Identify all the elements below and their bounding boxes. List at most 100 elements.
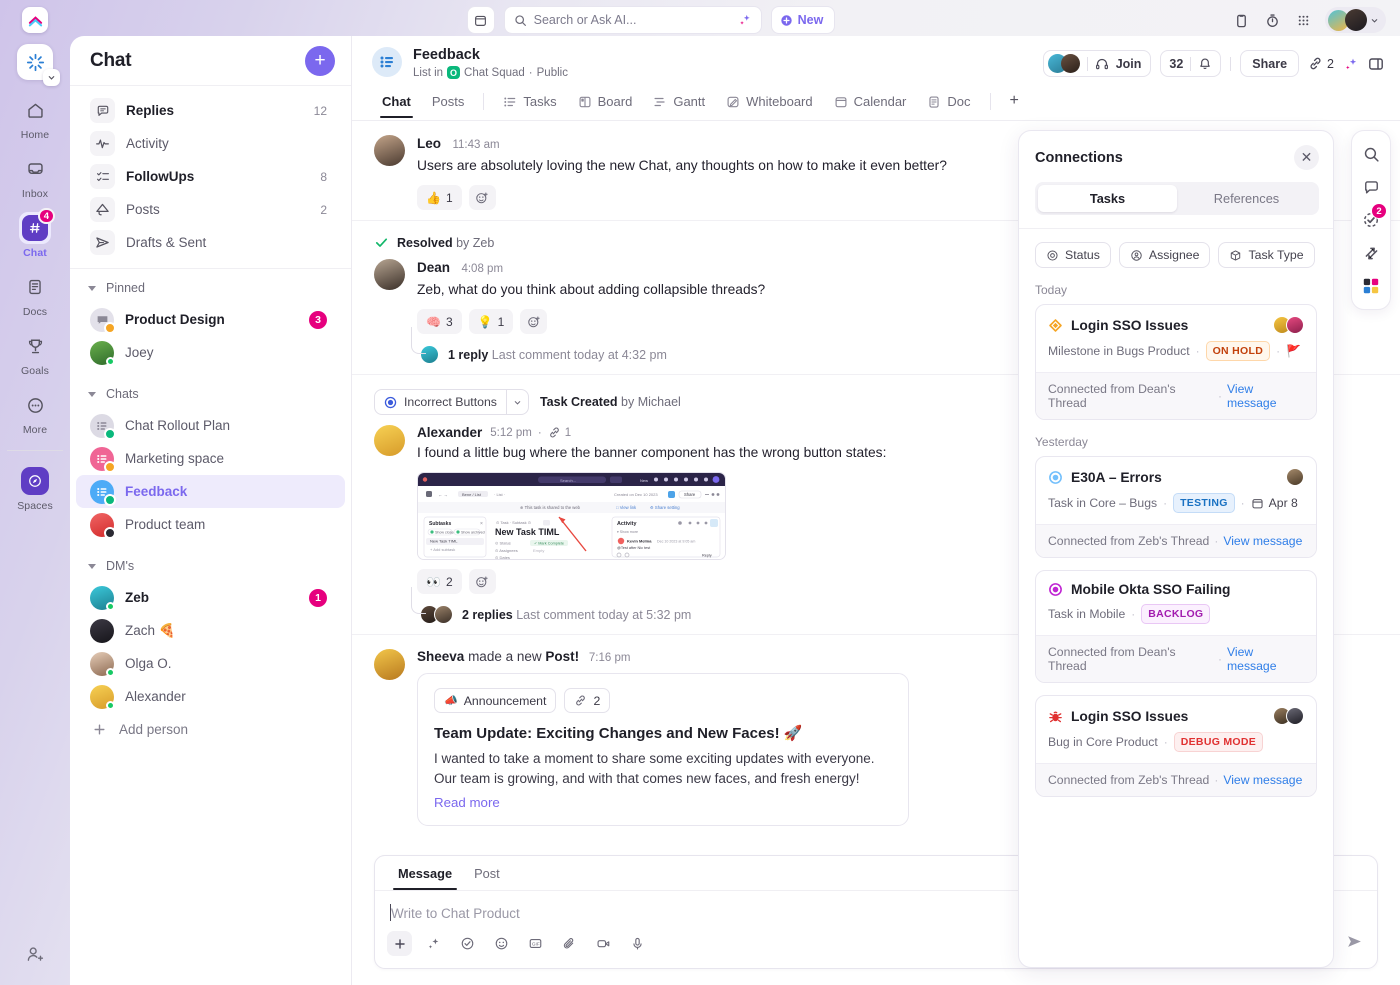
search-input[interactable]: Search or Ask AI... xyxy=(503,6,762,34)
sidebar-item-zeb[interactable]: Zeb 1 xyxy=(76,581,345,614)
join-call-button[interactable]: Join xyxy=(1042,50,1152,77)
apps-grid-icon[interactable] xyxy=(1294,11,1312,29)
avatar[interactable] xyxy=(374,425,405,456)
timer-icon[interactable] xyxy=(1263,11,1281,29)
tab-message[interactable]: Message xyxy=(389,863,461,890)
new-button[interactable]: New xyxy=(770,6,836,34)
ai-sparkle-icon[interactable] xyxy=(421,931,446,956)
members-notifications-chip[interactable]: 32 xyxy=(1160,50,1222,77)
avatar[interactable] xyxy=(374,259,405,290)
sidebar-item-spaces[interactable]: Spaces xyxy=(8,465,62,512)
connections-list[interactable]: Today Login SSO Issues Milestone in Bugs… xyxy=(1019,268,1333,967)
tab-tasks[interactable]: Tasks xyxy=(493,90,566,118)
add-reaction-icon[interactable] xyxy=(468,185,496,210)
sidebar-item-olga[interactable]: Olga O. xyxy=(76,647,345,680)
card-due-date[interactable]: Apr 8 xyxy=(1251,496,1298,510)
clipboard-icon[interactable] xyxy=(1232,11,1250,29)
comment-icon[interactable] xyxy=(1357,173,1385,201)
user-avatar-group[interactable] xyxy=(1325,7,1386,33)
sidebar-item-inbox[interactable]: Inbox xyxy=(8,153,62,200)
search-icon[interactable] xyxy=(1357,140,1385,168)
group-header-pinned[interactable]: Pinned xyxy=(70,273,351,303)
post-card[interactable]: 📣 Announcement 2 Team Update: Exciting C… xyxy=(417,673,909,826)
tab-gantt[interactable]: Gantt xyxy=(643,90,715,118)
status-badge[interactable]: ON HOLD xyxy=(1205,341,1271,361)
reaction-bulb[interactable]: 💡 1 xyxy=(468,309,514,334)
tab-doc[interactable]: Doc xyxy=(917,90,980,118)
ai-sparkle-icon[interactable] xyxy=(1343,56,1359,72)
workspace-switcher[interactable] xyxy=(17,44,60,86)
tab-post[interactable]: Post xyxy=(465,863,509,890)
chevron-down-icon[interactable] xyxy=(505,390,528,414)
video-icon[interactable] xyxy=(591,931,616,956)
tab-tasks[interactable]: Tasks xyxy=(1038,185,1177,212)
group-header-dms[interactable]: DM's xyxy=(70,551,351,581)
connection-card[interactable]: E30A – Errors Task in Core – Bugs · TEST… xyxy=(1035,456,1317,558)
reaction-thumbsup[interactable]: 👍 1 xyxy=(417,185,462,210)
sidebar-item-zach[interactable]: Zach 🍕 xyxy=(76,614,345,647)
filter-assignee[interactable]: Assignee xyxy=(1118,242,1211,268)
linked-items-button[interactable]: 2 xyxy=(1308,56,1334,71)
tab-posts[interactable]: Posts xyxy=(422,90,475,118)
sidebar-item-product-design[interactable]: Product Design 3 xyxy=(76,303,345,336)
toggle-panel-button[interactable] xyxy=(1368,56,1384,72)
sidebar-item-posts[interactable]: Posts 2 xyxy=(76,193,345,226)
sidebar-item-alexander[interactable]: Alexander xyxy=(76,680,345,713)
connection-card[interactable]: Login SSO Issues Bug in Core Product · D… xyxy=(1035,695,1317,797)
share-button[interactable]: Share xyxy=(1240,50,1300,77)
message-link-count-wrap[interactable]: 1 xyxy=(548,426,571,439)
avatar[interactable] xyxy=(374,649,405,680)
mic-icon[interactable] xyxy=(625,931,650,956)
gif-icon[interactable]: GIF xyxy=(523,931,548,956)
status-badge[interactable]: DEBUG MODE xyxy=(1173,732,1264,752)
apps-color-icon[interactable] xyxy=(1357,272,1385,300)
post-tag-announcement[interactable]: 📣 Announcement xyxy=(434,688,557,713)
view-message-link[interactable]: View message xyxy=(1227,382,1304,410)
message-image-attachment[interactable]: Search... New ← → Bene / List · List · C… xyxy=(417,472,726,560)
avatar[interactable] xyxy=(374,135,405,166)
chevron-down-icon[interactable] xyxy=(43,69,60,86)
sidebar-item-goals[interactable]: Goals xyxy=(8,330,62,377)
tab-references[interactable]: References xyxy=(1177,185,1316,212)
sidebar-item-activity[interactable]: Activity xyxy=(76,127,345,160)
close-icon[interactable]: ✕ xyxy=(1294,145,1319,170)
attach-icon[interactable] xyxy=(557,931,582,956)
sidebar-item-product-team[interactable]: Product team xyxy=(76,508,345,541)
sidebar-item-docs[interactable]: Docs xyxy=(8,271,62,318)
send-button[interactable] xyxy=(1346,933,1363,955)
sidebar-item-replies[interactable]: Replies 12 xyxy=(76,94,345,127)
filter-task-type[interactable]: Task Type xyxy=(1218,242,1315,268)
task-check-icon[interactable]: 2 xyxy=(1357,203,1387,234)
status-badge[interactable]: TESTING xyxy=(1173,493,1235,513)
new-chat-button[interactable]: + xyxy=(305,45,335,76)
post-link-count-chip[interactable]: 2 xyxy=(564,688,611,713)
invite-person-button[interactable] xyxy=(25,944,45,969)
sidebar-item-more[interactable]: More xyxy=(8,389,62,436)
calendar-icon[interactable] xyxy=(466,6,495,34)
connection-card[interactable]: Mobile Okta SSO Failing Task in Mobile ·… xyxy=(1035,570,1317,683)
connections-arrows-icon[interactable] xyxy=(1357,239,1385,267)
sidebar-item-followups[interactable]: FollowUps 8 xyxy=(76,160,345,193)
sidebar-item-marketing-space[interactable]: Marketing space xyxy=(76,442,345,475)
view-message-link[interactable]: View message xyxy=(1223,534,1302,548)
sidebar-item-chat-rollout-plan[interactable]: Chat Rollout Plan xyxy=(76,409,345,442)
view-message-link[interactable]: View message xyxy=(1223,773,1302,787)
tab-chat[interactable]: Chat xyxy=(372,90,421,118)
tab-board[interactable]: Board xyxy=(568,90,643,118)
emoji-icon[interactable] xyxy=(489,931,514,956)
tab-whiteboard[interactable]: Whiteboard xyxy=(716,90,822,118)
tab-calendar[interactable]: Calendar xyxy=(824,90,917,118)
plus-icon[interactable] xyxy=(387,931,412,956)
add-person-button[interactable]: Add person xyxy=(70,713,351,746)
read-more-link[interactable]: Read more xyxy=(434,795,892,810)
sidebar-item-joey[interactable]: Joey xyxy=(76,336,345,369)
brand-logo-icon[interactable] xyxy=(22,7,48,33)
add-reaction-icon[interactable] xyxy=(520,309,548,334)
group-header-chats[interactable]: Chats xyxy=(70,379,351,409)
task-chip-incorrect-buttons[interactable]: Incorrect Buttons xyxy=(374,389,529,415)
status-badge[interactable]: BACKLOG xyxy=(1141,604,1211,624)
view-message-link[interactable]: View message xyxy=(1227,645,1304,673)
breadcrumb-squad[interactable]: Chat Squad xyxy=(464,67,525,79)
connection-card[interactable]: Login SSO Issues Milestone in Bugs Produ… xyxy=(1035,304,1317,420)
sidebar-item-feedback[interactable]: Feedback xyxy=(76,475,345,508)
